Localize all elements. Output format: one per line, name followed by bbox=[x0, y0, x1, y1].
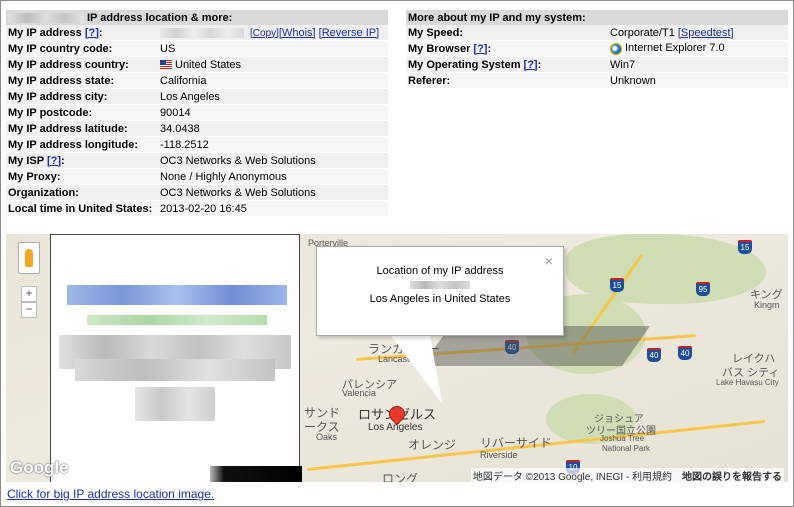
redacted-block bbox=[67, 285, 287, 305]
street-view-pegman-icon[interactable] bbox=[18, 242, 40, 274]
row-value: California bbox=[158, 72, 388, 89]
row-value: 90014 bbox=[158, 104, 388, 121]
ip-address-label: My IP address [?]: bbox=[6, 25, 158, 41]
row-value: -118.2512 bbox=[158, 136, 388, 153]
row-value: 34.0438 bbox=[158, 120, 388, 137]
referer-label: Referer: bbox=[406, 72, 608, 89]
ip-address-value: [Copy][Whois] [Reverse IP] bbox=[158, 25, 388, 41]
row-label: My IP country code: bbox=[6, 40, 158, 57]
big-location-image-link[interactable]: Click for big IP address location image. bbox=[7, 487, 214, 501]
os-help-link[interactable]: [?] bbox=[524, 59, 538, 71]
location-map[interactable]: 15 95 40 40 40 15 10 Porterville ランカスター … bbox=[6, 234, 788, 482]
row-label: My IP address city: bbox=[6, 88, 158, 105]
highway-shield: 40 bbox=[678, 346, 692, 360]
zoom-out-button[interactable]: − bbox=[21, 302, 37, 318]
map-label: ロング bbox=[382, 472, 419, 482]
map-label: National Park bbox=[602, 444, 651, 453]
map-label: Kingm bbox=[754, 300, 780, 310]
highway-shield: 15 bbox=[610, 278, 624, 292]
ip-location-table: IP address location & more: My IP addres… bbox=[6, 10, 388, 217]
map-label: Oaks bbox=[316, 432, 338, 442]
os-value: Win7 bbox=[608, 56, 788, 73]
whois-link[interactable]: [Whois] bbox=[279, 27, 316, 39]
copy-link[interactable]: [Copy] bbox=[250, 28, 279, 39]
redacted-block bbox=[135, 387, 215, 421]
zoom-in-button[interactable]: + bbox=[21, 286, 37, 302]
highway-shield: 95 bbox=[696, 282, 710, 296]
infowindow-place: Los Angeles in United States bbox=[369, 293, 511, 305]
google-logo: Google bbox=[10, 458, 69, 477]
redacted-header-ip bbox=[8, 12, 84, 23]
os-label: My Operating System [?]: bbox=[406, 56, 608, 73]
map-attribution: 地図データ ©2013 Google, INEGI - 利用規約 地図の誤りを報… bbox=[470, 468, 784, 482]
ip-location-header: IP address location & more: bbox=[6, 10, 388, 25]
system-info-header: More about my IP and my system: bbox=[406, 10, 788, 25]
redacted-block bbox=[75, 359, 275, 381]
location-infowindow: Location of my IP address Los Angeles in… bbox=[316, 246, 564, 336]
map-label: Riverside bbox=[480, 450, 518, 460]
row-value: 2013-02-20 16:45 bbox=[158, 200, 388, 217]
redacted-ip bbox=[160, 27, 244, 38]
map-label: オレンジ bbox=[408, 438, 457, 452]
row-value: None / Highly Anonymous bbox=[158, 168, 388, 185]
browser-label: My Browser [?]: bbox=[406, 40, 608, 57]
row-label: My IP postcode: bbox=[6, 104, 158, 121]
highway-shield: 40 bbox=[647, 348, 661, 362]
speed-label: My Speed: bbox=[406, 25, 608, 41]
row-value: United States bbox=[158, 56, 388, 73]
referer-value: Unknown bbox=[608, 72, 788, 89]
redacted-ip-in-infowindow bbox=[410, 281, 470, 289]
row-value: OC3 Networks & Web Solutions bbox=[158, 152, 388, 169]
map-label: Valencia bbox=[342, 388, 376, 398]
row-label: My Proxy: bbox=[6, 168, 158, 185]
isp-help-link[interactable]: [?] bbox=[47, 155, 61, 167]
map-label: Joshua Tree bbox=[600, 434, 645, 443]
ip-help-link[interactable]: [?] bbox=[85, 27, 99, 39]
speedtest-link[interactable]: [Speedtest] bbox=[678, 27, 734, 39]
redacted-black-bar bbox=[210, 466, 302, 482]
row-value: OC3 Networks & Web Solutions bbox=[158, 184, 388, 201]
infowindow-title: Location of my IP address bbox=[376, 265, 504, 277]
row-label: My IP address state: bbox=[6, 72, 158, 89]
highway-shield: 15 bbox=[738, 240, 752, 254]
reverse-ip-link[interactable]: [Reverse IP] bbox=[319, 27, 380, 39]
row-label: Organization: bbox=[6, 184, 158, 201]
row-label: Local time in United States: bbox=[6, 200, 158, 217]
redacted-block bbox=[87, 315, 267, 325]
report-map-error-link[interactable]: 地図の誤りを報告する bbox=[682, 472, 782, 482]
system-info-table: More about my IP and my system: My Speed… bbox=[406, 10, 788, 89]
map-label: Lake Havasu City bbox=[716, 378, 779, 387]
row-label: My IP address country: bbox=[6, 56, 158, 73]
row-value: US bbox=[158, 40, 388, 57]
speed-value: Corporate/T1 [Speedtest] bbox=[608, 25, 788, 41]
internet-explorer-icon bbox=[610, 42, 622, 55]
close-icon[interactable]: × bbox=[545, 253, 553, 269]
us-flag-icon bbox=[160, 60, 172, 70]
row-value: Los Angeles bbox=[158, 88, 388, 105]
browser-value: Internet Explorer 7.0 bbox=[608, 40, 788, 57]
map-label: リバーサイド bbox=[480, 436, 552, 450]
row-label: My IP address latitude: bbox=[6, 120, 158, 137]
isp-label: My ISP [?]: bbox=[6, 152, 158, 169]
row-label: My IP address longitude: bbox=[6, 136, 158, 153]
redacted-overlay-panel bbox=[50, 234, 300, 482]
browser-help-link[interactable]: [?] bbox=[473, 43, 487, 55]
map-park-area bbox=[566, 234, 766, 304]
